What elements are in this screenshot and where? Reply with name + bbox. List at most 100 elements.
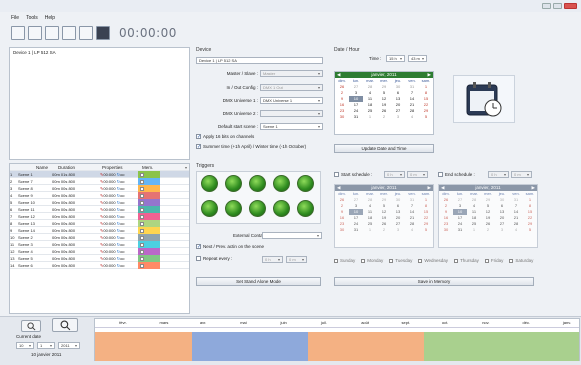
weekday-checkbox[interactable] xyxy=(484,258,489,263)
trigger-button[interactable] xyxy=(201,175,218,192)
table-row[interactable]: 10 Scene 2 00m 00s 800 ✎00:000 ↻oo xyxy=(10,234,189,241)
row-properties[interactable]: ✎00:000 ↻oo xyxy=(88,227,138,234)
row-properties[interactable]: ✎00:000 ↻oo xyxy=(88,206,138,213)
weekday-option[interactable]: Monday xyxy=(361,258,383,263)
mem-checkbox[interactable] xyxy=(140,193,144,198)
row-mem[interactable] xyxy=(138,171,160,178)
start-hour[interactable]: 0 h xyxy=(384,171,405,178)
row-mem[interactable] xyxy=(138,185,160,192)
master-slave-select[interactable]: Master xyxy=(260,70,323,77)
row-properties[interactable]: ✎00:000 ↻oo xyxy=(88,185,138,192)
calendar-day[interactable]: 5 xyxy=(419,227,433,233)
row-mem[interactable] xyxy=(138,178,160,185)
standalone-button[interactable]: Set Stand Alone Mode xyxy=(196,277,321,286)
year-spinner[interactable]: 2011 xyxy=(58,342,80,349)
row-mem[interactable] xyxy=(138,206,160,213)
repeat-minutes[interactable]: 0 m xyxy=(286,256,307,263)
mem-checkbox[interactable] xyxy=(140,214,144,219)
trigger-button[interactable] xyxy=(249,175,266,192)
calendar-day[interactable]: 1 xyxy=(363,227,377,233)
start-schedule-checkbox[interactable] xyxy=(334,172,339,177)
mem-checkbox[interactable] xyxy=(140,249,144,254)
table-row[interactable]: 5 Scene 10 00m 00s 800 ✎00:000 ↻oo xyxy=(10,199,189,206)
weekday-checkbox[interactable] xyxy=(418,258,423,263)
menu-tools[interactable]: Tools xyxy=(26,15,38,24)
day-spinner[interactable]: 10 xyxy=(16,342,34,349)
row-properties[interactable]: ✎00:000 ↻oo xyxy=(88,171,138,178)
calendar-day[interactable]: 31 xyxy=(349,227,363,233)
calendar-day[interactable]: 3 xyxy=(391,114,405,120)
timeline[interactable]: févr. mars avr. mai juin juil. août sept. oct. no… xyxy=(94,318,580,361)
open-folder-icon[interactable] xyxy=(28,26,42,40)
row-properties[interactable]: ✎00:000 ↻oo xyxy=(88,241,138,248)
calendar-day[interactable]: 5 xyxy=(419,114,433,120)
mem-checkbox[interactable] xyxy=(140,256,144,261)
end-schedule-checkbox[interactable] xyxy=(438,172,443,177)
trigger-button[interactable] xyxy=(225,200,242,217)
disc-icon[interactable] xyxy=(79,26,93,40)
weekday-option[interactable]: Sunday xyxy=(334,258,355,263)
minute-spinner[interactable]: 43 m xyxy=(408,55,427,62)
weekday-option[interactable]: Friday xyxy=(484,258,503,263)
calendar-day[interactable]: 30 xyxy=(439,227,453,233)
row-mem[interactable] xyxy=(138,262,160,269)
timeline-band[interactable] xyxy=(95,332,192,361)
row-properties[interactable]: ✎00:000 ↻oo xyxy=(88,199,138,206)
row-mem[interactable] xyxy=(138,241,160,248)
table-row[interactable]: 2 Scene 7 00m 00s 800 ✎00:000 ↻oo xyxy=(10,178,189,185)
weekday-option[interactable]: Saturday xyxy=(509,258,533,263)
device-list[interactable]: Device 1 | LP 512 SA xyxy=(9,47,190,160)
table-row[interactable]: 12 Scene 4 00m 00s 800 ✎00:000 ↻oo xyxy=(10,248,189,255)
table-row[interactable]: 4 Scene 9 00m 00s 800 ✎00:000 ↻oo xyxy=(10,192,189,199)
trigger-button[interactable] xyxy=(273,175,290,192)
menu-help[interactable]: Help xyxy=(45,15,55,24)
row-properties[interactable]: ✎00:000 ↻oo xyxy=(88,220,138,227)
external-contacts-select[interactable] xyxy=(262,232,322,239)
row-properties[interactable]: ✎00:000 ↻oo xyxy=(88,262,138,269)
weekday-option[interactable]: Wednesday xyxy=(418,258,448,263)
calendar-day[interactable]: 1 xyxy=(467,227,481,233)
mem-checkbox[interactable] xyxy=(140,172,144,177)
row-properties[interactable]: ✎00:000 ↻oo xyxy=(88,248,138,255)
trigger-button[interactable] xyxy=(249,200,266,217)
start-minute[interactable]: 0 m xyxy=(407,171,428,178)
row-mem[interactable] xyxy=(138,248,160,255)
weekday-option[interactable]: Thursday xyxy=(454,258,479,263)
weekday-option[interactable]: Tuesday xyxy=(389,258,412,263)
weekday-checkbox[interactable] xyxy=(509,258,514,263)
mem-checkbox[interactable] xyxy=(140,235,144,240)
row-mem[interactable] xyxy=(138,213,160,220)
weekday-checkbox[interactable] xyxy=(454,258,459,263)
mem-checkbox[interactable] xyxy=(140,221,144,226)
apply16-checkbox[interactable] xyxy=(196,134,201,139)
save-memory-button[interactable]: Save in Memory xyxy=(334,277,534,286)
calendar-day[interactable]: 31 xyxy=(453,227,467,233)
table-row[interactable]: 3 Scene 8 00m 00s 800 ✎00:000 ↻oo xyxy=(10,185,189,192)
col-name[interactable]: Name xyxy=(18,164,52,171)
calendar-day[interactable]: 4 xyxy=(509,227,523,233)
trigger-button[interactable] xyxy=(273,200,290,217)
row-mem[interactable] xyxy=(138,192,160,199)
new-file-icon[interactable] xyxy=(11,26,25,40)
minimize-button[interactable] xyxy=(542,3,551,9)
calendar-day[interactable]: 31 xyxy=(349,114,363,120)
timeline-band[interactable] xyxy=(191,332,308,361)
col-properties[interactable]: Properties xyxy=(88,164,138,171)
trigger-button[interactable] xyxy=(225,175,242,192)
row-properties[interactable]: ✎00:000 ↻oo xyxy=(88,178,138,185)
next-prev-checkbox[interactable] xyxy=(196,244,201,249)
mem-checkbox[interactable] xyxy=(140,179,144,184)
zoom-in-button[interactable] xyxy=(52,318,78,332)
row-mem[interactable] xyxy=(138,255,160,262)
calendar-day[interactable]: 3 xyxy=(495,227,509,233)
row-mem[interactable] xyxy=(138,227,160,234)
row-properties[interactable]: ✎00:000 ↻oo xyxy=(88,234,138,241)
end-next-icon[interactable]: ▶ xyxy=(532,185,535,191)
mem-checkbox[interactable] xyxy=(140,186,144,191)
close-button[interactable] xyxy=(564,3,577,9)
end-prev-icon[interactable]: ◀ xyxy=(441,185,444,191)
dmx2-select[interactable] xyxy=(260,110,323,117)
table-row[interactable]: 9 Scene 14 00m 00s 800 ✎00:000 ↻oo xyxy=(10,227,189,234)
repeat-checkbox[interactable] xyxy=(196,256,201,261)
in-out-select[interactable]: DMX 1 Out xyxy=(260,84,323,91)
